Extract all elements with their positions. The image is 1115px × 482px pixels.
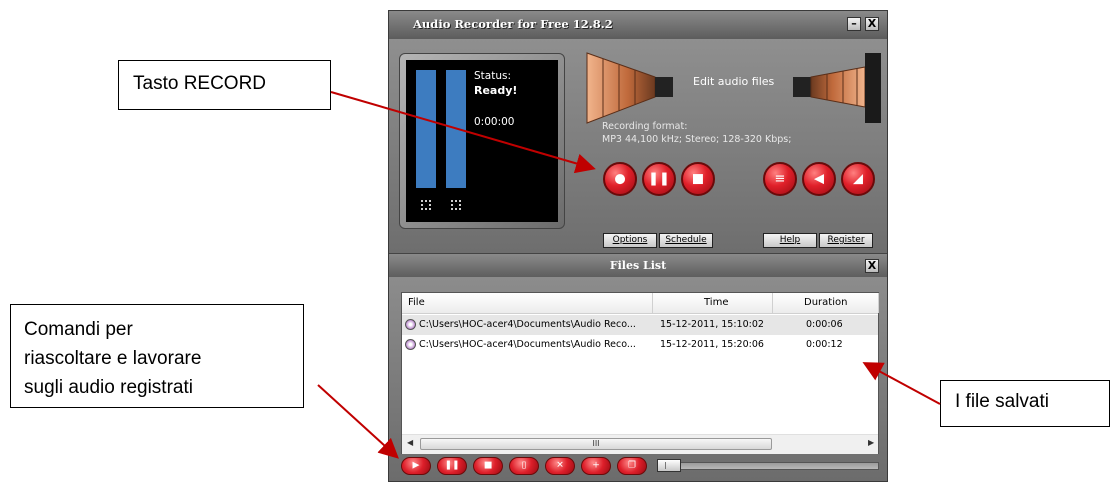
arrow-to-record-button bbox=[330, 91, 596, 174]
arrow-to-playback-controls bbox=[317, 384, 399, 459]
annotation-arrows bbox=[317, 91, 941, 459]
arrow-to-saved-files bbox=[862, 362, 941, 405]
